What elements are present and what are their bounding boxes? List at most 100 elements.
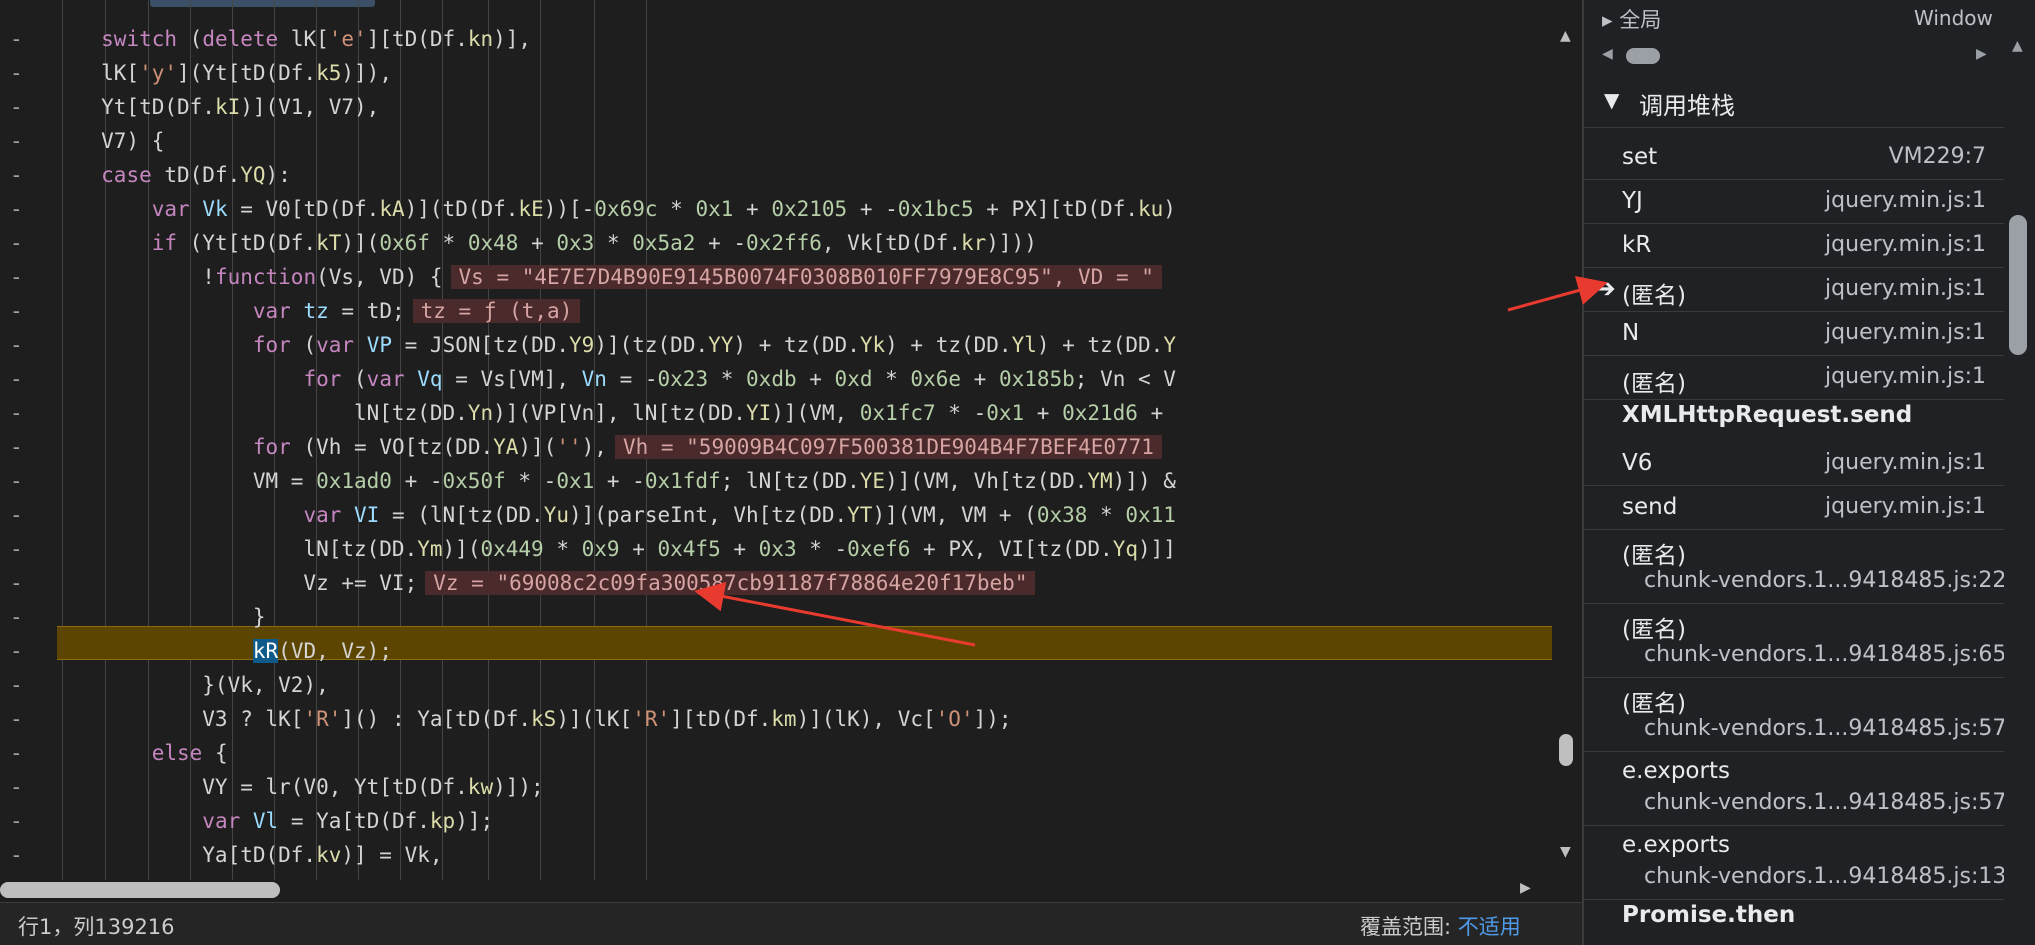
code-line[interactable]: for (var Vq = Vs[VM], Vn = -0x23 * 0xdb … [0,362,1552,396]
code-token: 0x1bc5 [897,197,974,221]
call-stack-frame[interactable]: kR jquery.min.js:1 [1584,224,2004,268]
code-token: Vq [417,367,443,391]
frame-location-link[interactable]: jquery.min.js:1 [1825,188,1986,213]
panel-vertical-scrollbar[interactable]: ▲ [2004,0,2035,945]
call-stack-frame[interactable]: (匿名) chunk-vendors.1...9418485.js:57 [1584,678,2006,752]
call-stack-frame[interactable]: V6 jquery.min.js:1 [1584,442,2004,486]
code-line[interactable]: kR(VD, Vz); [0,634,1552,668]
code-token: Vz += VI; [0,571,418,595]
code-line[interactable]: var tz = tD; tz = ƒ (t,a) [0,294,1552,328]
code-line[interactable]: lN[tz(DD.Yn)](VP[Vn], lN[tz(DD.YI)](VM, … [0,396,1552,430]
code-token: { [202,741,228,765]
scroll-up-arrow-icon[interactable]: ▲ [1560,28,1571,44]
call-stack-frame[interactable]: Njquery.min.js:1 [1584,312,2004,356]
code-token: ( [177,27,203,51]
code-token: kE [518,197,544,221]
code-line[interactable]: VM = 0x1ad0 + -0x50f * -0x1 + -0x1fdf; l… [0,464,1552,498]
code-line[interactable]: }(Vk, V2), [0,668,1552,702]
coverage-label: 覆盖范围: [1360,915,1452,939]
code-line[interactable]: Vz += VI; Vz = "69008c2c09fa300587cb91187… [0,566,1552,600]
code-line[interactable]: if (Yt[tD(Df.kT)](0x6f * 0x48 + 0x3 * 0x… [0,226,1552,260]
frame-function-name: N [1622,320,1640,346]
call-stack-header[interactable]: ▼ 调用堆栈 [1584,80,2004,128]
code-line[interactable]: var Vk = V0[tD(Df.kA)](tD(Df.kE))[-0x69c… [0,192,1552,226]
scope-row-global[interactable]: ▸ 全局 Window [1584,0,2004,40]
code-line[interactable]: for (Vh = VO[tz(DD.YA)](''), Vh = "59009B… [0,430,1552,464]
frame-location-link[interactable]: jquery.min.js:1 [1825,320,1986,345]
code-token: kn [467,27,494,51]
code-line[interactable]: VY = lr(V0, Yt[tD(Df.kw)]); [0,770,1552,804]
code-token: * - [505,469,557,493]
call-stack-frame[interactable]: YJ jquery.min.js:1 [1584,180,2004,224]
scroll-right-arrow-icon[interactable]: ▶ [1976,46,1987,62]
call-stack-frame[interactable]: (匿名) chunk-vendors.1...9418485.js:65 [1584,604,2006,678]
code-token: )]( [442,537,481,561]
scroll-left-arrow-icon[interactable]: ◀ [1602,46,1613,62]
code-token: )]] [1137,537,1176,561]
call-stack-frame[interactable]: (匿名) jquery.min.js:1 [1584,356,2004,400]
call-stack-frame[interactable]: e.exports chunk-vendors.1...9418485.js:57 [1584,752,2006,826]
code-line[interactable]: V3 ? lK['R']() : Ya[tD(Df.kS)](lK['R'][t… [0,702,1552,736]
coverage-status[interactable]: 覆盖范围: 不适用 [1360,911,1521,941]
frame-location-link[interactable]: chunk-vendors.1...9418485.js:57 [1644,716,2006,741]
code-line[interactable]: V7) { [0,124,1552,158]
code-token: )](VP[Vn], lN[tz(DD. [493,401,746,425]
code-token: 0x48 [467,231,519,255]
editor-horizontal-scroll-thumb[interactable] [0,882,280,898]
code-token: VI [354,503,380,527]
scroll-right-arrow-icon[interactable]: ▶ [1520,880,1531,896]
panel-horizontal-scrollbar[interactable]: ◀ ▶ [1584,44,2004,68]
code-line[interactable]: lK['y'](Yt[tD(Df.k5)]), [0,56,1552,90]
scroll-up-arrow-icon[interactable]: ▲ [2012,38,2023,54]
code-line[interactable]: Ya[tD(Df.kv)] = Vk, [0,838,1552,872]
call-stack-frame[interactable]: send jquery.min.js:1 [1584,486,2004,530]
frame-function-name: (匿名) [1622,283,1686,309]
code-token: 0x69c [594,197,658,221]
frame-location-link[interactable]: chunk-vendors.1...9418485.js:65 [1644,642,2006,667]
code-token: * [429,231,468,255]
code-token: * [657,197,696,221]
editor-vertical-scroll-thumb[interactable] [1559,734,1573,766]
code-line[interactable]: for (var VP = JSON[tz(DD.Y9)](tz(DD.YY) … [0,328,1552,362]
code-line[interactable]: var Vl = Ya[tD(Df.kp)]; [0,804,1552,838]
code-token: ) + tz(DD. [885,333,1012,357]
code-editor[interactable]: ------------------------- switch (delete… [0,0,1582,945]
frame-location-link[interactable]: VM229:7 [1889,144,1986,169]
code-token: Ya[tD(Df. [0,843,317,867]
collapse-triangle-icon: ▼ [1604,88,1620,112]
code-line[interactable]: case tD(Df.YQ): [0,158,1552,192]
frame-location-link[interactable]: jquery.min.js:1 [1825,276,1986,301]
code-token: )]), [341,61,392,85]
call-stack-frame[interactable]: (匿名) chunk-vendors.1...9418485.js:22 [1584,530,2006,604]
panel-vertical-scroll-thumb[interactable] [2009,215,2027,355]
code-token: + [961,367,999,391]
call-stack-frame[interactable]: (匿名) jquery.min.js:1 [1584,268,2004,312]
frame-location-link[interactable]: chunk-vendors.1...9418485.js:57 [1644,790,2006,815]
frame-location-link[interactable]: chunk-vendors.1...9418485.js:22 [1644,568,2006,593]
code-line[interactable]: } [0,600,1552,634]
code-token: + PX, VI[tz(DD. [910,537,1113,561]
code-line[interactable]: lN[tz(DD.Ym)](0x449 * 0x9 + 0x4f5 + 0x3 … [0,532,1552,566]
code-line[interactable]: switch (delete lK['e'][tD(Df.kn)], [0,22,1552,56]
editor-tab-strip[interactable] [150,0,375,7]
code-token: } [0,605,266,629]
code-line[interactable]: var VI = (lN[tz(DD.Yu)](parseInt, Vh[tz(… [0,498,1552,532]
code-line[interactable]: !function(Vs, VD) {Vs = "4E7E7D4B90E9145… [0,260,1552,294]
frame-location-link[interactable]: jquery.min.js:1 [1825,232,1986,257]
code-token: 'R' [632,707,671,731]
code-line[interactable]: else { [0,736,1552,770]
frame-location-link[interactable]: jquery.min.js:1 [1825,494,1986,519]
cursor-position[interactable]: 行1，列139216 [18,911,175,941]
code-token: ]); [973,707,1012,731]
code-token: V7) { [0,129,165,153]
panel-hscroll-thumb[interactable] [1626,48,1660,64]
call-stack-frame[interactable]: set VM229:7 [1584,136,2004,180]
frame-location-link[interactable]: jquery.min.js:1 [1825,364,1986,389]
code-token: kr [960,231,987,255]
scroll-down-arrow-icon[interactable]: ▼ [1560,844,1571,860]
call-stack-frame[interactable]: e.exports chunk-vendors.1...9418485.js:13 [1584,826,2006,900]
code-line[interactable]: Yt[tD(Df.kI)](V1, V7), [0,90,1552,124]
frame-location-link[interactable]: chunk-vendors.1...9418485.js:13 [1644,864,2006,889]
frame-location-link[interactable]: jquery.min.js:1 [1825,450,1986,475]
